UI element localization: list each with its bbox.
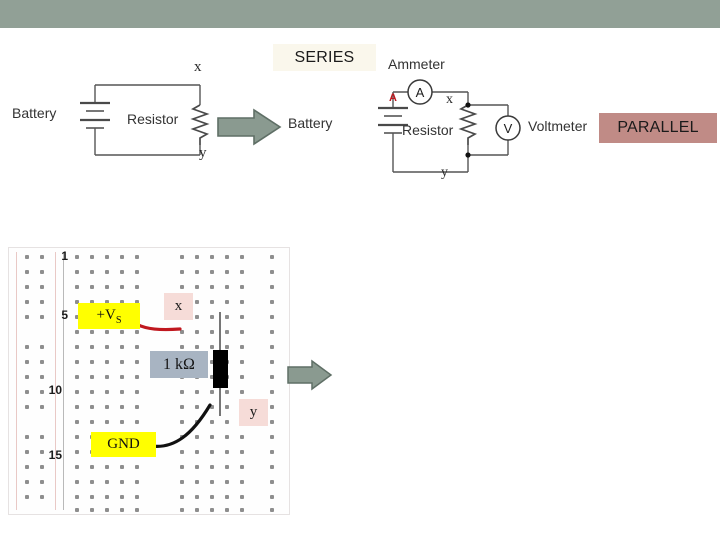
ground-label-chip: GND xyxy=(91,432,156,457)
right-resistor-label: Resistor xyxy=(402,122,454,138)
svg-text:A: A xyxy=(416,85,425,100)
right-node-x-label: x xyxy=(446,92,453,107)
breadboard-row-number-15: 15 xyxy=(48,448,62,462)
supply-label-chip: +VS xyxy=(78,303,140,329)
parallel-label-text: PARALLEL xyxy=(617,119,699,136)
breadboard-row-number-5: 5 xyxy=(61,308,68,322)
supply-label-text: +VS xyxy=(96,306,122,326)
breadboard-node-y-chip: y xyxy=(239,399,268,426)
top-banner xyxy=(0,0,720,28)
resistor-value-text: 1 kΩ xyxy=(163,355,195,373)
left-battery-label: Battery xyxy=(12,105,57,121)
resistor-value-chip: 1 kΩ xyxy=(150,351,208,378)
transition-arrow-top xyxy=(217,108,282,146)
right-voltmeter-label: Voltmeter xyxy=(528,118,588,134)
breadboard-holes xyxy=(25,255,274,512)
parallel-label: PARALLEL xyxy=(599,113,717,143)
breadboard-node-x-text: x xyxy=(174,298,183,314)
left-resistor-label: Resistor xyxy=(127,111,179,127)
right-ammeter-label: Ammeter xyxy=(388,56,445,72)
right-battery-label: Battery xyxy=(288,115,333,131)
ammeter-terminal-marker: A xyxy=(389,92,397,104)
breadboard-row-number-1: 1 xyxy=(61,249,68,263)
ground-label-text: GND xyxy=(107,436,140,452)
transition-arrow-bottom xyxy=(287,359,333,391)
breadboard-row-number-10: 10 xyxy=(48,383,62,397)
left-node-y-label: y xyxy=(199,145,207,161)
right-node-y-label: y xyxy=(441,165,448,180)
left-node-x-label: x xyxy=(194,59,202,75)
ground-jumper-wire xyxy=(149,403,212,448)
breadboard-node-x-chip: x xyxy=(164,293,193,320)
svg-text:V: V xyxy=(504,121,513,136)
breadboard-node-y-text: y xyxy=(249,404,258,420)
